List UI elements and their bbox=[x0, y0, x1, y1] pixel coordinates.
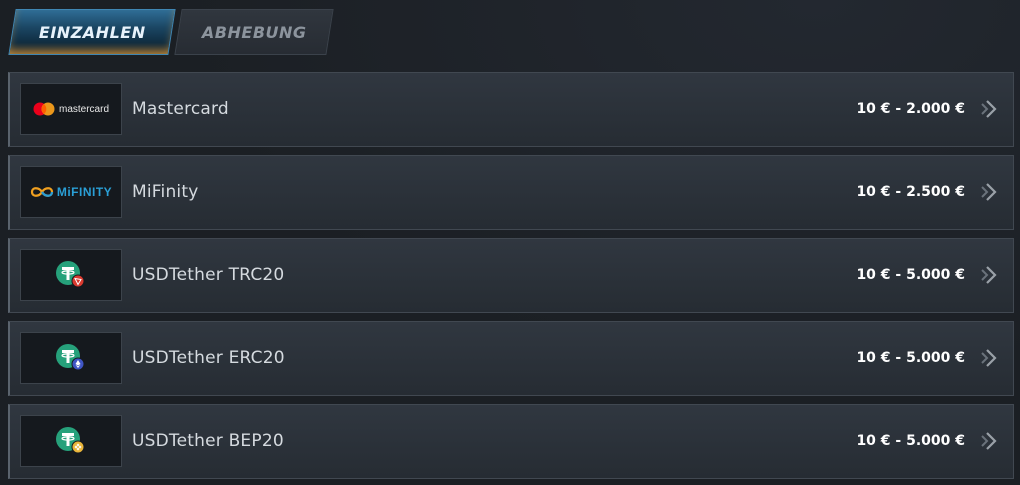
mastercard-logo-text: mastercard bbox=[58, 103, 109, 115]
payment-method-mifinity[interactable]: MiFINITY MiFinity 10 € - 2.500 € bbox=[8, 155, 1014, 230]
method-limit-range: 10 € - 5.000 € bbox=[856, 433, 965, 449]
tether-bnb-icon bbox=[56, 427, 85, 454]
chevron-right-icon bbox=[981, 183, 997, 201]
usdt-bep20-logo bbox=[20, 415, 122, 467]
tether-tron-icon bbox=[56, 261, 85, 288]
mifinity-logo-text: MiFINITY bbox=[56, 185, 113, 199]
chevron-right-icon bbox=[981, 100, 997, 118]
chevron-right-icon bbox=[981, 432, 997, 450]
method-limit-range: 10 € - 5.000 € bbox=[856, 350, 965, 366]
tab-deposit-label: EINZAHLEN bbox=[38, 22, 146, 42]
method-limit-range: 10 € - 2.000 € bbox=[856, 101, 965, 117]
method-limit-range: 10 € - 5.000 € bbox=[856, 267, 965, 283]
tab-bar: EINZAHLEN ABHEBUNG bbox=[8, 9, 334, 55]
method-name: USDTether TRC20 bbox=[132, 265, 285, 285]
tab-withdraw[interactable]: ABHEBUNG bbox=[174, 9, 334, 55]
chevron-right-icon bbox=[981, 349, 997, 367]
tab-withdraw-label: ABHEBUNG bbox=[201, 22, 307, 42]
mifinity-logo: MiFINITY bbox=[20, 166, 122, 218]
mifinity-icon bbox=[30, 187, 53, 197]
method-name: MiFinity bbox=[132, 182, 199, 202]
mastercard-icon bbox=[33, 102, 55, 116]
tether-ethereum-icon bbox=[56, 344, 85, 371]
usdt-trc20-logo bbox=[20, 249, 122, 301]
payment-page: EINZAHLEN ABHEBUNG mastercard Mastercard… bbox=[0, 0, 1020, 485]
method-limit-range: 10 € - 2.500 € bbox=[856, 184, 965, 200]
payment-method-list: mastercard Mastercard 10 € - 2.000 € MiF… bbox=[8, 72, 1014, 485]
chevron-right-icon bbox=[981, 266, 997, 284]
method-name: USDTether ERC20 bbox=[132, 348, 285, 368]
payment-method-usdt-erc20[interactable]: USDTether ERC20 10 € - 5.000 € bbox=[8, 321, 1014, 396]
method-name: USDTether BEP20 bbox=[132, 431, 284, 451]
usdt-erc20-logo bbox=[20, 332, 122, 384]
tab-deposit[interactable]: EINZAHLEN bbox=[8, 9, 176, 55]
payment-method-mastercard[interactable]: mastercard Mastercard 10 € - 2.000 € bbox=[8, 72, 1014, 147]
payment-method-usdt-trc20[interactable]: USDTether TRC20 10 € - 5.000 € bbox=[8, 238, 1014, 313]
payment-method-usdt-bep20[interactable]: USDTether BEP20 10 € - 5.000 € bbox=[8, 404, 1014, 479]
mastercard-logo: mastercard bbox=[20, 83, 122, 135]
method-name: Mastercard bbox=[132, 99, 229, 119]
